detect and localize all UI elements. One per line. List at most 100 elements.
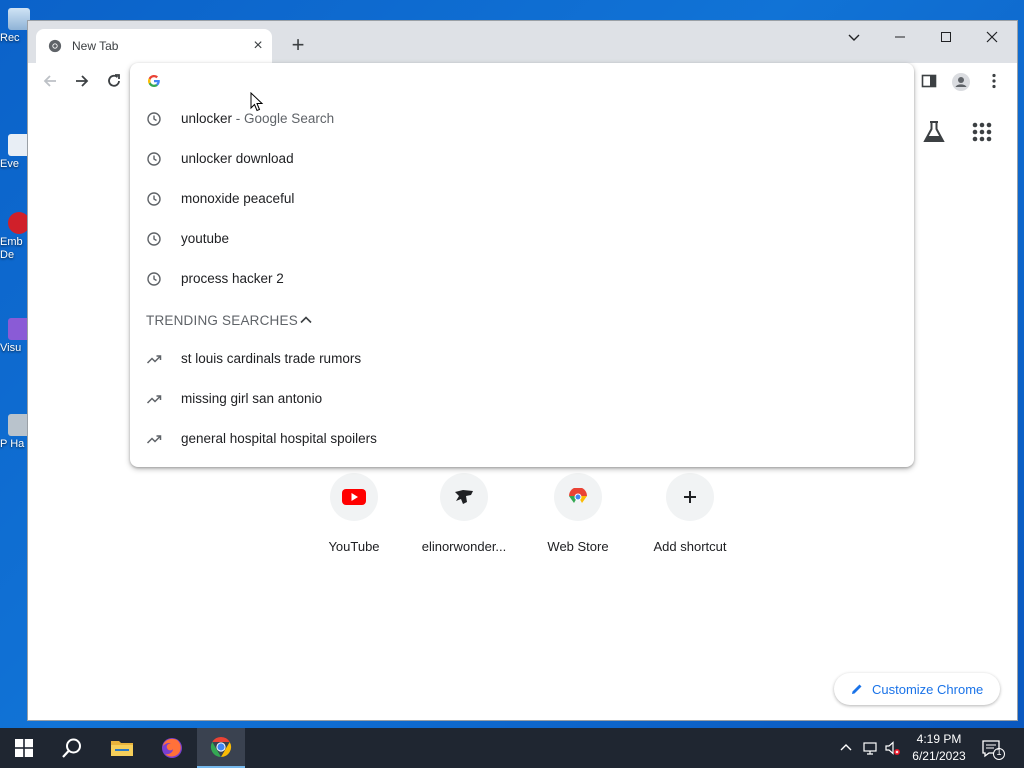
omnibox[interactable]	[130, 63, 914, 99]
taskbar: 4:19 PM 6/21/2023 1	[0, 728, 1024, 768]
suggestion-query: unlocker	[181, 111, 233, 126]
desktop-icon-label: Eve	[0, 158, 19, 170]
customize-chrome-button[interactable]: Customize Chrome	[834, 673, 1000, 705]
minimize-icon	[895, 36, 905, 38]
chevron-up-icon[interactable]	[298, 312, 314, 328]
maximize-icon	[941, 32, 951, 42]
desktop-icon-visual[interactable]: Visu	[0, 318, 30, 355]
profile-icon	[952, 73, 970, 91]
suggestion-row[interactable]: unlocker - Google Search	[130, 99, 914, 139]
flask-icon	[923, 121, 945, 142]
embarcadero-icon	[8, 212, 30, 234]
action-center-button[interactable]: 1	[980, 738, 1006, 760]
trending-icon	[146, 435, 162, 444]
webstore-icon	[569, 488, 587, 503]
shortcut-youtube[interactable]: YouTube	[304, 473, 404, 554]
new-tab-button[interactable]: +	[286, 34, 310, 58]
add-shortcut-button[interactable]: Add shortcut	[640, 473, 740, 554]
trending-row[interactable]: st louis cardinals trade rumors	[130, 339, 914, 379]
chevron-down-icon	[848, 34, 860, 41]
taskbar-file-explorer[interactable]	[98, 728, 146, 768]
trending-row[interactable]: missing girl san antonio	[130, 379, 914, 419]
customize-chrome-label: Customize Chrome	[872, 681, 984, 697]
history-icon	[147, 112, 161, 126]
system-clock[interactable]: 4:19 PM 6/21/2023	[906, 731, 972, 765]
close-icon	[986, 31, 998, 43]
more-vert-icon	[992, 73, 996, 89]
trending-icon	[146, 355, 162, 364]
omnibox-dropdown: unlocker - Google Search unlocker downlo…	[130, 63, 914, 467]
suggestion-suffix: - Google Search	[232, 111, 335, 126]
desktop-icon-embarcadero[interactable]: Emb De	[0, 212, 30, 262]
process-hacker-icon	[8, 414, 30, 436]
desktop-icon-process-hacker[interactable]: P Ha	[0, 414, 30, 451]
suggestion-row[interactable]: unlocker download	[130, 139, 914, 179]
windows-logo-icon	[15, 739, 33, 757]
trending-text: missing girl san antonio	[181, 391, 323, 406]
shortcut-icon	[8, 134, 30, 156]
suggestion-row[interactable]: process hacker 2	[130, 259, 914, 299]
reload-button[interactable]	[101, 69, 127, 93]
trending-text: general hospital hospital spoilers	[181, 431, 377, 446]
close-window-button[interactable]	[969, 23, 1015, 53]
search-button[interactable]	[48, 728, 96, 768]
clock-date: 6/21/2023	[912, 749, 966, 763]
shortcut-tile	[330, 473, 378, 521]
tab-strip: New Tab × +	[28, 21, 1017, 63]
arrow-right-icon	[76, 75, 89, 87]
shortcut-label: YouTube	[328, 539, 380, 554]
forward-button[interactable]	[69, 69, 95, 93]
desktop-icon-event[interactable]: Eve	[0, 134, 30, 171]
start-button[interactable]	[0, 728, 48, 768]
volume-muted-icon[interactable]	[884, 740, 900, 756]
shortcut-elinorwonder[interactable]: elinorwonder...	[414, 473, 514, 554]
desktop-icon-label: P Ha	[0, 438, 25, 450]
trending-row[interactable]: general hospital hospital spoilers	[130, 419, 914, 459]
shortcut-tile	[440, 473, 488, 521]
chrome-icon	[210, 736, 232, 758]
labs-button[interactable]	[919, 117, 949, 147]
history-icon	[147, 192, 161, 206]
taskbar-chrome[interactable]	[197, 728, 245, 768]
history-icon	[147, 152, 161, 166]
suggestion-text: unlocker download	[181, 151, 294, 166]
suggestion-text: youtube	[181, 231, 230, 246]
tab-close-icon[interactable]: ×	[248, 36, 268, 56]
visual-studio-icon	[8, 318, 30, 340]
suggestion-row[interactable]: youtube	[130, 219, 914, 259]
site-icon	[455, 490, 473, 504]
tab-search-button[interactable]	[831, 23, 877, 53]
network-icon[interactable]	[862, 740, 878, 756]
google-g-icon	[148, 75, 160, 87]
recycle-bin-icon	[8, 8, 30, 30]
mouse-cursor-icon	[250, 92, 264, 112]
suggestion-text: monoxide peaceful	[181, 191, 295, 206]
notification-count: 1	[996, 747, 1002, 757]
desktop-icon-label: Emb De	[0, 236, 23, 261]
suggestion-text: unlocker - Google Search	[181, 111, 334, 126]
shortcut-web-store[interactable]: Web Store	[528, 473, 628, 554]
suggestion-text: process hacker 2	[181, 271, 284, 286]
reload-icon	[108, 74, 120, 87]
profile-button[interactable]	[948, 69, 974, 93]
suggestion-row[interactable]: monoxide peaceful	[130, 179, 914, 219]
chevron-up-icon[interactable]	[838, 740, 854, 756]
menu-button[interactable]	[981, 69, 1007, 93]
tab-new-tab[interactable]: New Tab ×	[36, 29, 272, 63]
tab-title: New Tab	[72, 39, 119, 53]
history-icon	[147, 232, 161, 246]
desktop-icon-label: Rec	[0, 32, 20, 44]
google-apps-button[interactable]	[967, 117, 997, 147]
minimize-button[interactable]	[877, 23, 923, 53]
trending-text: st louis cardinals trade rumors	[181, 351, 362, 366]
shortcut-label: Web Store	[547, 539, 609, 554]
plus-icon	[684, 491, 696, 503]
side-panel-button[interactable]	[916, 69, 942, 93]
maximize-button[interactable]	[923, 23, 969, 53]
desktop-icon-recycle-bin[interactable]: Rec	[0, 8, 30, 45]
omnibox-input[interactable]	[176, 69, 876, 93]
back-button[interactable]	[37, 69, 63, 93]
desktop-icon-label: Visu	[0, 342, 22, 354]
taskbar-firefox[interactable]	[148, 728, 196, 768]
pencil-icon	[852, 684, 862, 694]
